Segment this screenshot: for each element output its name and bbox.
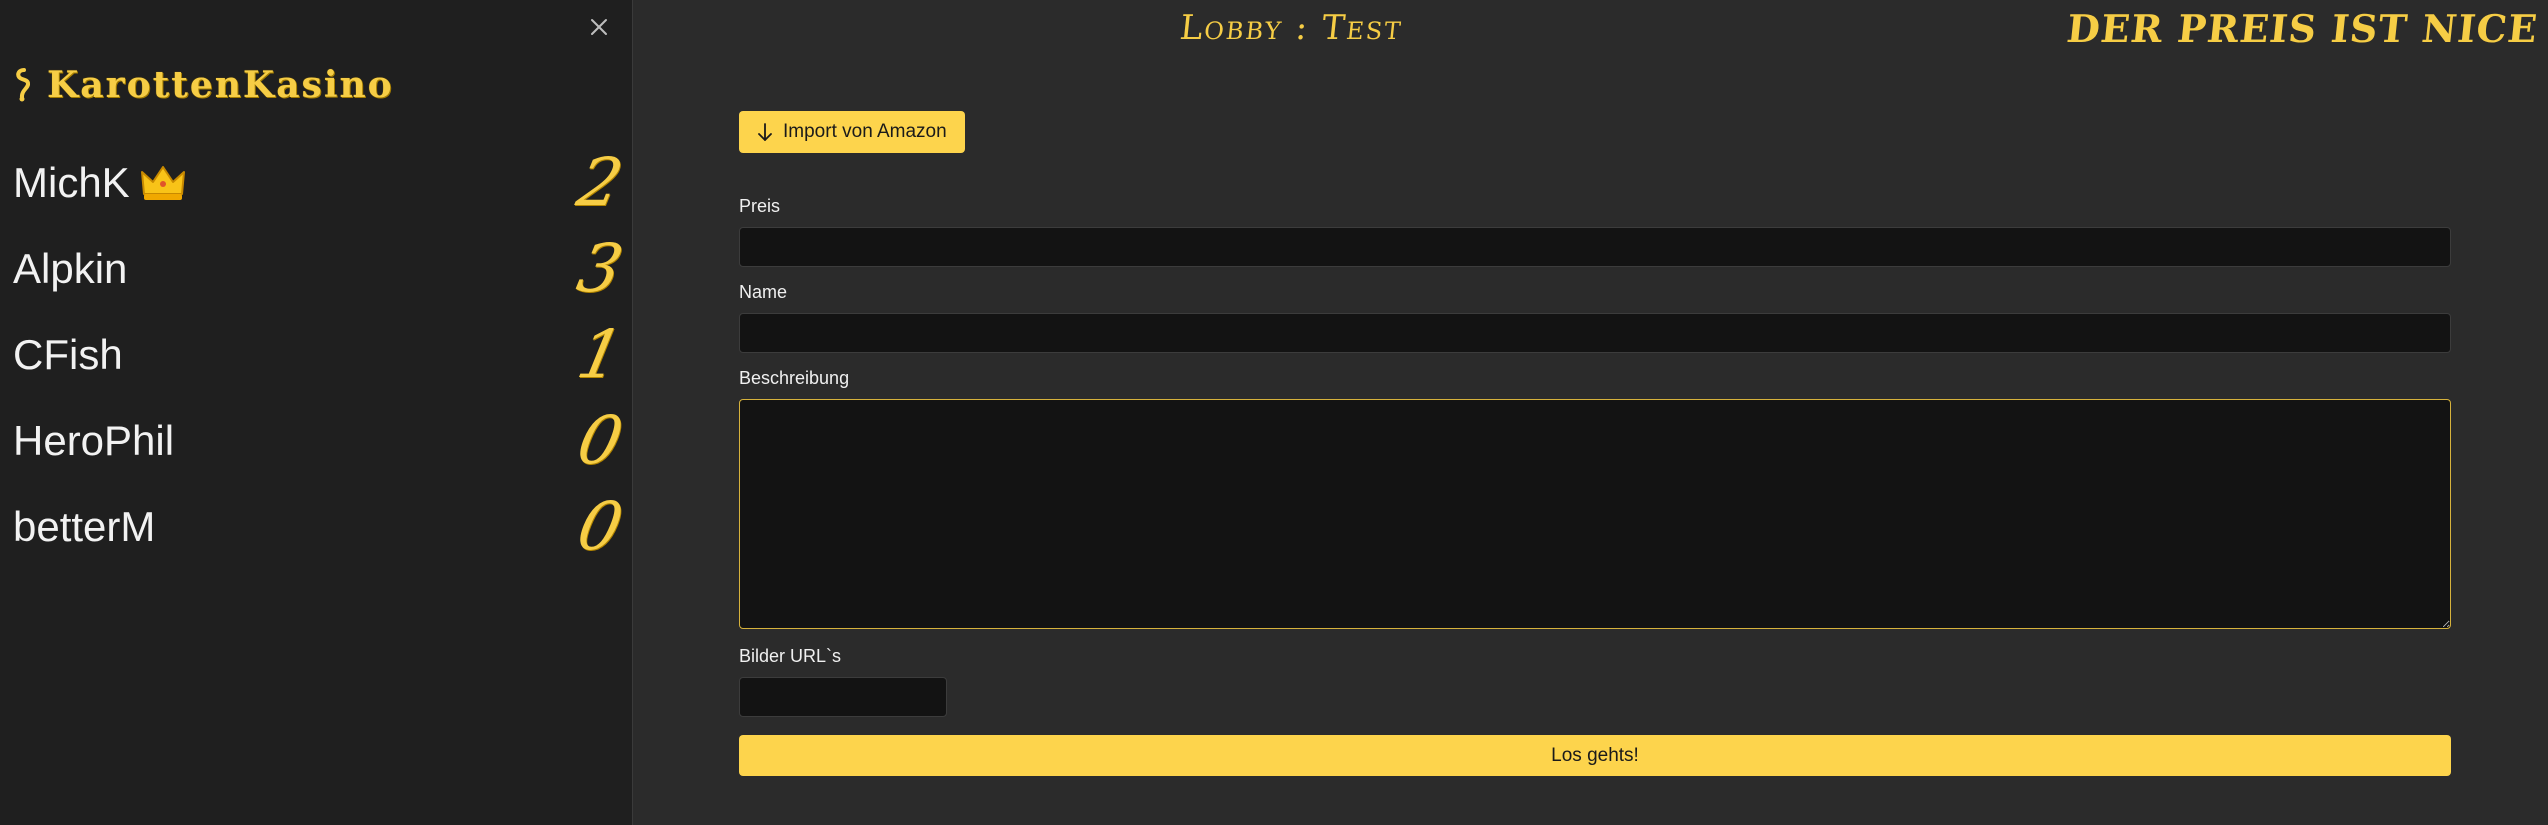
player-score: 2 [570, 144, 630, 221]
game-title: DER PREIS IST NICE [2064, 6, 2541, 51]
brand-logo: KarottenKasino [13, 60, 394, 110]
description-textarea[interactable] [739, 399, 2451, 629]
player-row: MichK 2 [0, 140, 633, 226]
close-sidebar-button[interactable] [586, 14, 612, 40]
close-icon [591, 19, 607, 35]
player-row: betterM 0 [0, 484, 633, 570]
app-root: KarottenKasino MichK 2 Alpkin 3 CFish 1 … [0, 0, 2548, 825]
player-name: MichK [13, 159, 186, 207]
player-name-text: MichK [13, 159, 130, 206]
player-name: Alpkin [13, 245, 128, 292]
player-name: HeroPhil [13, 417, 175, 464]
carrot-icon [13, 68, 35, 102]
player-row: Alpkin 3 [0, 226, 633, 312]
player-row: CFish 1 [0, 312, 633, 398]
lobby-title: Lobby : Test [1177, 8, 1405, 48]
player-score: 0 [570, 402, 630, 479]
sidebar: KarottenKasino MichK 2 Alpkin 3 CFish 1 … [0, 0, 633, 825]
name-label: Name [739, 282, 788, 302]
import-amazon-button[interactable]: Import von Amazon [739, 111, 965, 153]
description-label: Beschreibung [739, 368, 850, 388]
player-score: 3 [570, 230, 630, 307]
player-name: CFish [13, 331, 123, 378]
images-label: Bilder URL`s [739, 646, 842, 666]
player-name: betterM [13, 503, 156, 550]
price-input[interactable] [739, 227, 2451, 267]
images-url-input[interactable] [739, 677, 947, 717]
submit-button[interactable]: Los gehts! [739, 735, 2451, 776]
player-list: MichK 2 Alpkin 3 CFish 1 HeroPhil 0 bett… [0, 140, 633, 570]
name-input[interactable] [739, 313, 2451, 353]
crown-icon [140, 164, 186, 202]
price-label: Preis [739, 196, 781, 216]
product-form: Import von Amazon Preis Name Beschreibun… [739, 111, 2451, 776]
player-row: HeroPhil 0 [0, 398, 633, 484]
arrow-down-icon [755, 121, 775, 143]
player-score: 1 [570, 316, 630, 393]
brand-name: KarottenKasino [47, 64, 394, 106]
import-amazon-label: Import von Amazon [783, 121, 947, 142]
player-score: 0 [570, 488, 630, 565]
